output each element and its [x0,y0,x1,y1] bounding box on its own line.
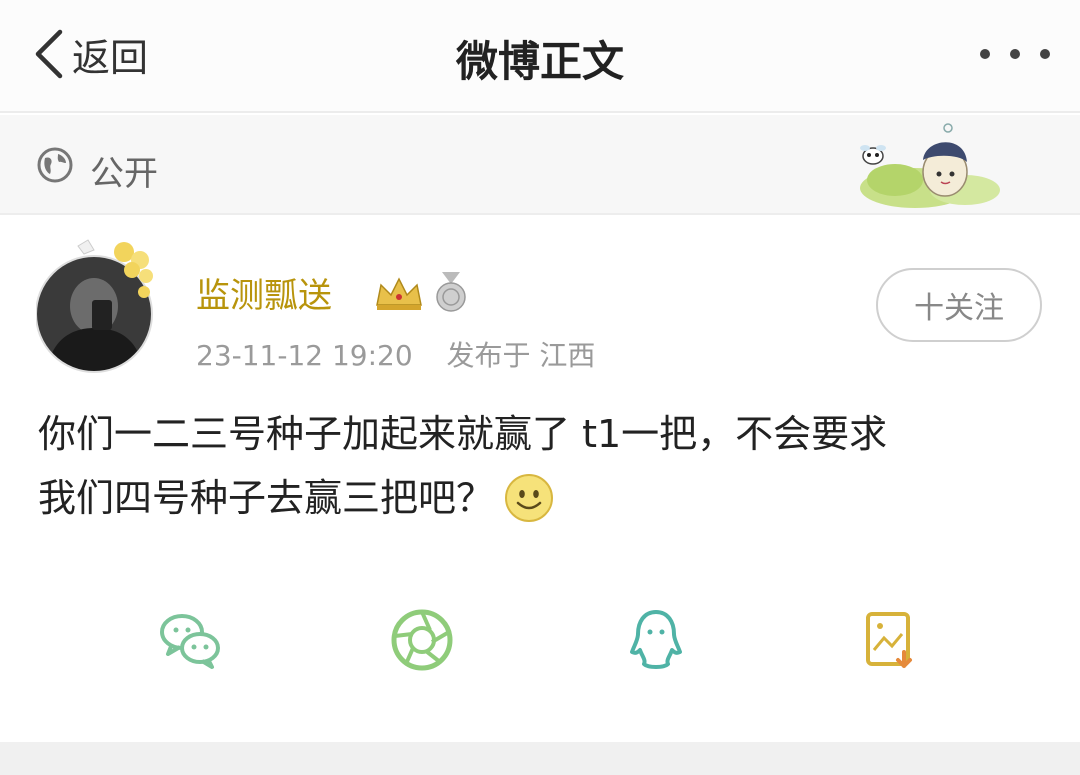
follow-button[interactable]: 十关注 [876,268,1042,342]
navbar: 返回 微博正文 [0,0,1080,113]
decorative-sticker-image [860,123,1000,208]
avatar[interactable] [35,236,161,376]
post-source: 发布于 江西 [446,339,596,372]
post-content-line: 你们一二三号种子加起来就赢了 t1一把，不会要求 [38,412,888,456]
post-timestamp: 23-11-12 19:20 [196,339,413,372]
share-wechat-button[interactable] [130,590,250,690]
avatar-image [35,239,153,373]
wechat-icon [160,614,220,669]
post-content-text: 我们四号种子去赢三把吧？ [38,476,495,520]
share-qq-button[interactable] [596,590,716,690]
post-content-line: 我们四号种子去赢三把吧？ [38,466,1048,530]
moments-icon [391,609,453,671]
medal-badge-icon [436,272,466,312]
save-image-button[interactable] [830,590,950,690]
share-moments-button[interactable] [362,590,482,690]
save-image-icon [866,612,912,668]
author-name[interactable]: 监测瓢送 [196,268,332,317]
more-dot-icon [1010,49,1020,59]
post-meta: 23-11-12 19:20 发布于 江西 [196,334,595,374]
more-dot-icon [1040,49,1050,59]
smile-emoji-icon [505,474,554,522]
post-content: 你们一二三号种子加起来就赢了 t1一把，不会要求 我们四号种子去赢三把吧？ [38,402,1048,530]
qq-icon [630,610,682,669]
more-options-button[interactable] [980,44,1050,64]
more-dot-icon [980,49,990,59]
page-title: 微博正文 [455,37,624,86]
globe-icon [37,147,73,183]
bottom-divider [0,742,1080,775]
crown-badge-icon [376,277,422,310]
privacy-label: 公开 [90,154,158,194]
